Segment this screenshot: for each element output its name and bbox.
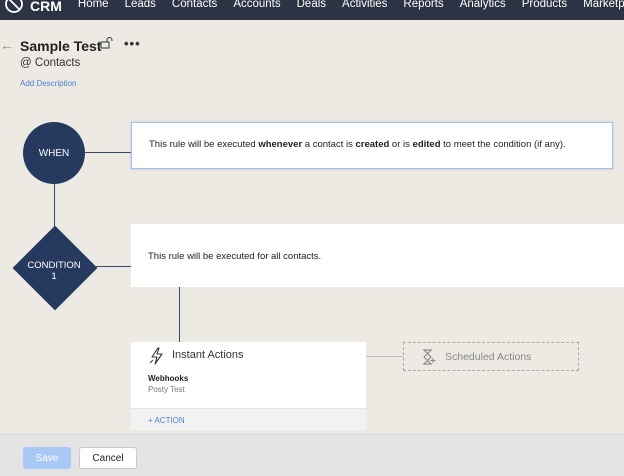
add-action-button[interactable]: + ACTION bbox=[148, 416, 185, 425]
nav-item-contacts[interactable]: Contacts bbox=[172, 0, 217, 14]
nav-item-deals[interactable]: Deals bbox=[297, 0, 326, 14]
cancel-button[interactable]: Cancel bbox=[79, 447, 137, 469]
nav-item-analytics[interactable]: Analytics bbox=[460, 0, 506, 14]
when-bold-edited: edited bbox=[412, 139, 441, 150]
instant-actions-card: Instant Actions Webhooks Posty Test + AC… bbox=[131, 342, 366, 430]
when-text-4: to meet the condition (if any). bbox=[440, 139, 566, 150]
when-label: WHEN bbox=[38, 147, 70, 159]
condition-card[interactable]: This rule will be executed for all conta… bbox=[131, 224, 624, 287]
when-bold-whenever: whenever bbox=[258, 139, 303, 150]
scheduled-actions-button[interactable]: Scheduled Actions bbox=[403, 342, 579, 371]
add-action-row: + ACTION bbox=[131, 408, 366, 430]
when-card[interactable]: This rule will be executed whenever a co… bbox=[131, 122, 613, 169]
lightning-icon bbox=[149, 347, 165, 365]
top-nav: CRM Home Leads Contacts Accounts Deals A… bbox=[0, 0, 624, 20]
condition-title: CONDITION bbox=[27, 260, 81, 271]
condition-label: CONDITION 1 bbox=[12, 260, 96, 282]
add-description-link[interactable]: Add Description bbox=[20, 79, 76, 88]
connector-condition-actions bbox=[179, 287, 180, 342]
brand[interactable]: CRM bbox=[0, 0, 62, 20]
back-arrow-icon[interactable]: ← bbox=[0, 37, 14, 53]
nav-item-accounts[interactable]: Accounts bbox=[233, 0, 280, 14]
connector-when-card bbox=[85, 152, 131, 153]
nav-item-marketplace[interactable]: Marketplace bbox=[583, 0, 624, 14]
connector-condition-card bbox=[96, 266, 131, 267]
nav-item-products[interactable]: Products bbox=[522, 0, 567, 14]
module-name: Contacts bbox=[34, 57, 81, 69]
nav-item-activities[interactable]: Activities bbox=[342, 0, 387, 14]
save-button[interactable]: Save bbox=[23, 447, 71, 469]
condition-number: 1 bbox=[51, 271, 57, 282]
module-prefix: @ bbox=[20, 57, 32, 69]
connector-when-condition bbox=[54, 184, 55, 228]
when-text-2: a contact is bbox=[302, 139, 356, 150]
footer-bar: Save Cancel bbox=[0, 434, 624, 476]
when-node: WHEN bbox=[23, 122, 85, 184]
hourglass-icon bbox=[422, 349, 436, 365]
nav-item-leads[interactable]: Leads bbox=[125, 0, 156, 14]
more-options-icon[interactable]: ••• bbox=[124, 36, 141, 51]
page-title: Sample Test bbox=[20, 38, 102, 54]
connector-actions-scheduled bbox=[366, 356, 403, 357]
webhooks-section-title: Webhooks bbox=[148, 374, 189, 383]
nav-item-reports[interactable]: Reports bbox=[403, 0, 443, 14]
brand-name: CRM bbox=[30, 0, 62, 14]
module-label: @ Contacts bbox=[20, 57, 80, 69]
scheduled-actions-label: Scheduled Actions bbox=[445, 351, 532, 363]
crm-logo-icon bbox=[2, 0, 30, 20]
nav-item-home[interactable]: Home bbox=[78, 0, 109, 14]
webhook-item[interactable]: Posty Test bbox=[148, 385, 185, 394]
when-text-1: This rule will be executed bbox=[149, 139, 259, 150]
when-text-3: or is bbox=[389, 139, 413, 150]
condition-text: This rule will be executed for all conta… bbox=[148, 251, 322, 262]
when-bold-created: created bbox=[355, 139, 390, 150]
unlock-icon[interactable] bbox=[100, 36, 113, 49]
instant-actions-title: Instant Actions bbox=[172, 349, 244, 361]
